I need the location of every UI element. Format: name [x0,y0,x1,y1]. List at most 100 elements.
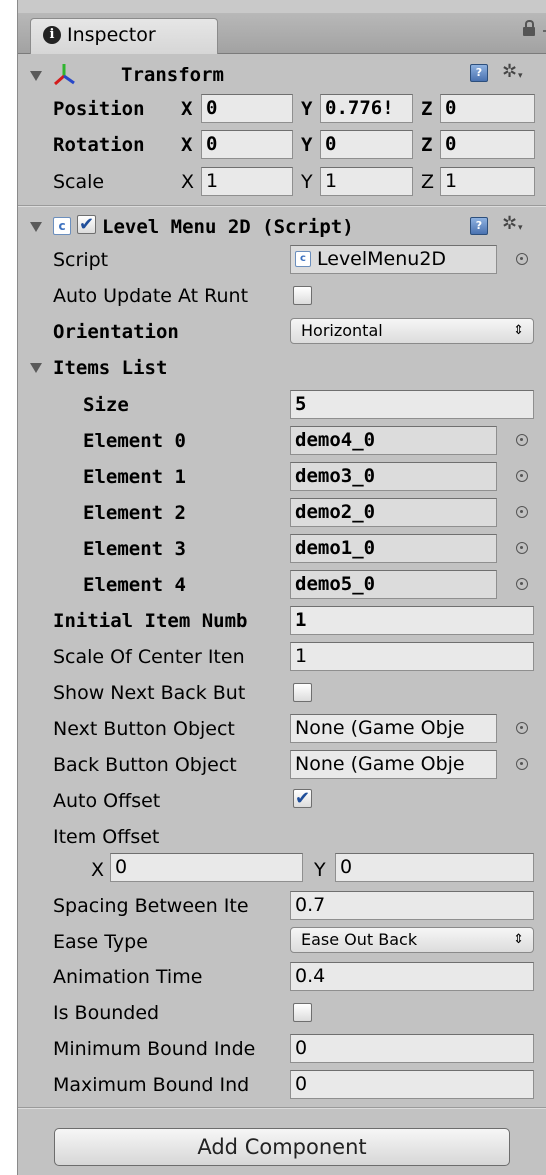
rotation-z-axis: Z [421,134,433,156]
show-next-back-label: Show Next Back But [53,682,246,704]
scale-y-axis: Y [301,171,313,193]
transform-foldout-icon[interactable] [30,71,42,81]
element-2-field[interactable]: demo2_0 [290,498,497,527]
object-picker-icon[interactable] [516,253,528,265]
help-book-icon[interactable]: ? [470,217,488,235]
back-button-field[interactable]: None (Game Obje [290,750,497,779]
animation-time-label: Animation Time [53,966,203,988]
max-bound-label: Maximum Bound Ind [53,1074,250,1096]
item-offset-y-axis: Y [314,859,326,881]
max-bound-field[interactable]: 0 [290,1070,534,1099]
dropdown-arrows-icon: ⇕ [513,932,524,947]
inspector-tab-label: Inspector [67,24,156,46]
animation-time-field[interactable]: 0.4 [290,962,534,991]
element-4-field[interactable]: demo5_0 [290,570,497,599]
rotation-z-field[interactable]: 0 [440,130,535,159]
element-1-field[interactable]: demo3_0 [290,462,497,491]
script-icon: c [295,251,311,267]
is-bounded-label: Is Bounded [53,1002,160,1024]
scale-z-axis: Z [421,171,435,193]
element-3-label: Element 3 [83,538,186,560]
rotation-y-axis: Y [301,134,313,156]
position-x-axis: X [181,98,193,120]
lock-icon[interactable] [523,20,535,36]
component-separator-highlight [18,206,546,207]
element-4-label: Element 4 [83,574,186,596]
scale-center-label: Scale Of Center Iten [53,646,245,668]
auto-offset-checkbox[interactable]: ✔ [293,789,312,808]
gear-icon[interactable]: ✲ [502,63,523,85]
position-z-axis: Z [421,98,433,120]
position-z-field[interactable]: 0 [440,94,535,123]
script-field-value: LevelMenu2D [317,248,447,270]
min-bound-field[interactable]: 0 [290,1034,534,1063]
object-picker-icon[interactable] [516,722,528,734]
object-picker-icon[interactable] [516,506,528,518]
window-top-strip [18,0,546,13]
dropdown-arrows-icon: ⇕ [513,323,524,338]
inspector-tab-bar: i Inspector [18,13,546,54]
items-list-foldout-icon[interactable] [30,363,42,373]
help-book-icon[interactable]: ? [470,64,488,82]
rotation-label: Rotation [53,134,145,156]
component-separator-highlight [18,1108,546,1109]
position-y-axis: Y [301,98,313,120]
is-bounded-checkbox[interactable] [293,1003,312,1022]
position-y-field[interactable]: 0.776! [320,94,413,123]
element-0-label: Element 0 [83,430,186,452]
gear-icon[interactable]: ✲ [502,215,523,237]
next-button-field[interactable]: None (Game Obje [290,714,497,743]
item-offset-x-field[interactable]: 0 [110,853,303,882]
size-label: Size [83,394,129,416]
object-picker-icon[interactable] [516,434,528,446]
initial-item-field[interactable]: 1 [290,606,534,635]
add-component-button[interactable]: Add Component [54,1128,510,1166]
inspector-tab[interactable]: i Inspector [30,18,218,54]
object-picker-icon[interactable] [516,758,528,770]
scale-x-field[interactable]: 1 [201,167,293,196]
transform-header[interactable]: Transform ? ✲ [18,60,546,96]
item-offset-y-field[interactable]: 0 [335,853,534,882]
next-button-label: Next Button Object [53,718,235,740]
element-2-label: Element 2 [83,502,186,524]
transform-title: Transform [121,64,224,86]
object-picker-icon[interactable] [516,578,528,590]
level-menu-title: Level Menu 2D (Script) [102,216,354,238]
ease-type-dropdown[interactable]: Ease Out Back ⇕ [290,927,534,953]
orientation-dropdown[interactable]: Horizontal ⇕ [290,318,534,344]
auto-offset-label: Auto Offset [53,790,161,812]
scale-z-field[interactable]: 1 [440,167,535,196]
scale-label: Scale [53,171,105,193]
position-x-field[interactable]: 0 [201,94,293,123]
position-label: Position [53,98,145,120]
scale-x-axis: X [181,171,195,193]
size-field[interactable]: 5 [290,390,534,419]
rotation-y-field[interactable]: 0 [320,130,413,159]
item-offset-x-axis: X [91,859,105,881]
element-1-label: Element 1 [83,466,186,488]
rotation-x-field[interactable]: 0 [201,130,293,159]
ease-type-label: Ease Type [53,931,148,953]
script-field[interactable]: c LevelMenu2D [290,245,497,274]
show-next-back-checkbox[interactable] [293,683,312,702]
auto-update-checkbox[interactable] [293,286,312,305]
level-menu-enabled-checkbox[interactable]: ✔ [77,215,96,234]
orientation-label: Orientation [53,321,179,343]
level-menu-foldout-icon[interactable] [30,222,42,232]
back-button-label: Back Button Object [53,754,237,776]
script-label: Script [53,249,109,271]
element-0-field[interactable]: demo4_0 [290,426,497,455]
scale-y-field[interactable]: 1 [320,167,413,196]
orientation-value: Horizontal [301,321,383,340]
script-icon: c [53,217,71,235]
element-3-field[interactable]: demo1_0 [290,534,497,563]
scale-center-field[interactable]: 1 [290,642,534,671]
level-menu-header[interactable]: c ✔ Level Menu 2D (Script) ? ✲ [18,210,546,246]
inspector-panel: i Inspector Transform ? ✲ Position X 0 Y… [17,0,546,1175]
object-picker-icon[interactable] [516,542,528,554]
ease-type-value: Ease Out Back [301,930,418,949]
spacing-label: Spacing Between Ite [53,895,249,917]
item-offset-label: Item Offset [53,826,160,848]
object-picker-icon[interactable] [516,470,528,482]
spacing-field[interactable]: 0.7 [290,891,534,920]
